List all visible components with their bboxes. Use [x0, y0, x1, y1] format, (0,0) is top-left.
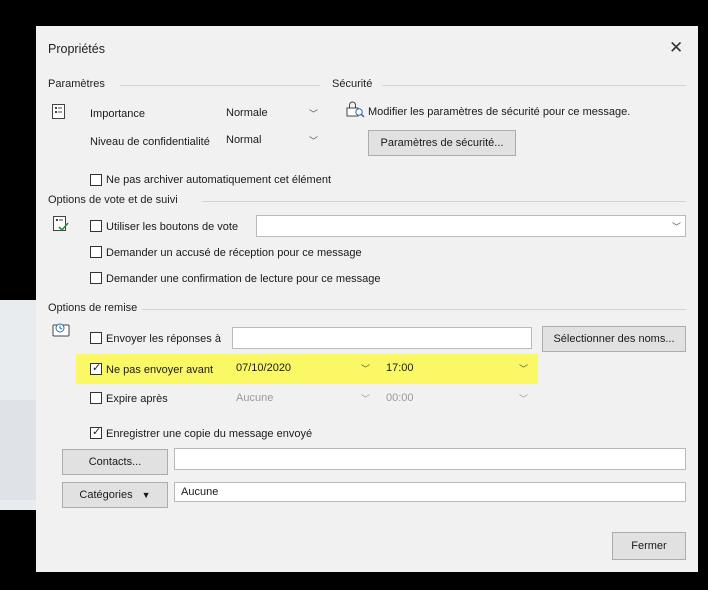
chevron-down-icon: ﹀: [360, 394, 370, 404]
expires-checkbox[interactable]: [90, 392, 102, 404]
chevron-down-icon: ﹀: [308, 109, 318, 119]
chevron-down-icon: ﹀: [518, 394, 528, 404]
chevron-down-icon: ﹀: [518, 364, 528, 374]
security-settings-button[interactable]: Paramètres de sécurité...: [368, 130, 516, 156]
categories-button[interactable]: Catégories ▼: [62, 482, 168, 508]
do-not-deliver-time-select[interactable]: 17:00 ﹀: [382, 358, 532, 380]
no-autoarchive-label: Ne pas archiver automatiquement cet élém…: [106, 174, 332, 186]
send-replies-input[interactable]: [232, 327, 532, 349]
background-panel: [0, 400, 36, 500]
categories-label: Catégories: [79, 489, 133, 501]
chevron-down-icon: ﹀: [671, 222, 681, 232]
delivery-receipt-label: Demander un accusé de réception pour ce …: [106, 247, 362, 259]
delivery-receipt-checkbox[interactable]: [90, 246, 102, 258]
delivery-group-label: Options de remise: [48, 302, 138, 314]
sensitivity-label: Niveau de confidentialité: [90, 136, 210, 148]
security-group-label: Sécurité: [332, 78, 373, 90]
importance-icon: [52, 104, 65, 119]
contacts-input[interactable]: [174, 448, 686, 470]
vote-icon: [53, 216, 69, 232]
chevron-down-icon: ﹀: [360, 364, 370, 374]
send-replies-checkbox[interactable]: [90, 332, 102, 344]
settings-separator: [120, 85, 320, 86]
sensitivity-value: Normal: [226, 134, 262, 146]
voting-group-label: Options de vote et de suivi: [48, 194, 178, 206]
select-names-button[interactable]: Sélectionner des noms...: [542, 326, 686, 352]
properties-dialog: Propriétés ✕ Paramètres Importance Norma…: [36, 26, 698, 572]
settings-group-label: Paramètres: [48, 78, 105, 90]
dialog-title: Propriétés: [48, 42, 105, 56]
categories-value: Aucune: [181, 486, 219, 498]
delivery-separator: [142, 309, 686, 310]
checkmark-icon: ✓: [92, 362, 102, 374]
expires-date-select[interactable]: Aucune ﹀: [232, 388, 374, 410]
read-receipt-checkbox[interactable]: [90, 272, 102, 284]
use-vote-checkbox[interactable]: [90, 220, 102, 232]
no-autoarchive-checkbox[interactable]: [90, 174, 102, 186]
use-vote-label: Utiliser les boutons de vote: [106, 221, 239, 233]
contacts-button[interactable]: Contacts...: [62, 449, 168, 475]
importance-select[interactable]: Normale ﹀: [222, 103, 322, 125]
do-not-deliver-date-select[interactable]: 07/10/2020 ﹀: [232, 358, 374, 380]
do-not-deliver-date: 07/10/2020: [236, 362, 292, 374]
close-icon[interactable]: ✕: [669, 38, 683, 58]
importance-label: Importance: [90, 108, 146, 120]
expires-time-select[interactable]: 00:00 ﹀: [382, 388, 532, 410]
vote-buttons-select[interactable]: ﹀: [256, 215, 686, 237]
sensitivity-select[interactable]: Normal ﹀: [222, 130, 322, 152]
chevron-down-icon: ﹀: [308, 136, 318, 146]
delivery-options-icon: [52, 323, 70, 337]
security-description: Modifier les paramètres de sécurité pour…: [368, 106, 631, 118]
expires-date: Aucune: [236, 392, 274, 404]
expires-label: Expire après: [106, 393, 168, 405]
save-copy-label: Enregistrer une copie du message envoyé: [106, 428, 313, 440]
do-not-deliver-label: Ne pas envoyer avant: [106, 364, 214, 376]
do-not-deliver-checkbox[interactable]: ✓: [90, 362, 102, 375]
importance-value: Normale: [226, 107, 268, 119]
security-lock-icon: [346, 101, 365, 118]
save-copy-checkbox[interactable]: ✓: [90, 426, 102, 439]
expires-time: 00:00: [386, 392, 414, 404]
caret-down-icon: ▼: [141, 490, 151, 500]
send-replies-label: Envoyer les réponses à: [106, 333, 221, 345]
security-separator: [382, 85, 686, 86]
do-not-deliver-time: 17:00: [386, 362, 414, 374]
close-button[interactable]: Fermer: [612, 532, 686, 560]
voting-separator: [202, 201, 686, 202]
categories-input[interactable]: Aucune: [174, 482, 686, 502]
checkmark-icon: ✓: [92, 426, 102, 438]
read-receipt-label: Demander une confirmation de lecture pou…: [106, 273, 381, 285]
